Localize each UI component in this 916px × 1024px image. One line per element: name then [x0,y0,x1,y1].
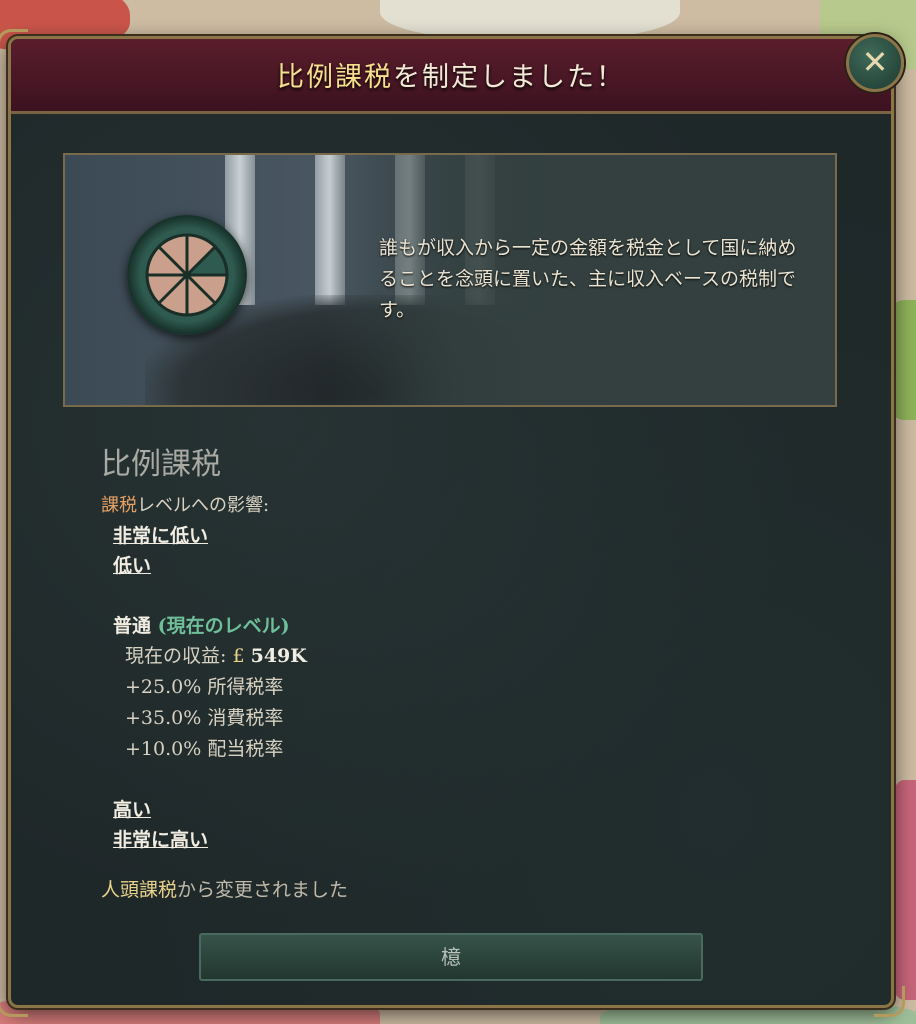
modifier-value: +35.0% [125,707,202,729]
current-revenue: 現在の収益: £ 549K [101,641,801,672]
effect-label-rest: レベルへの影響: [137,495,270,516]
modifier-value: +25.0% [125,676,202,698]
level-high[interactable]: 高い [101,795,801,825]
modifier-label: 配当税率 [207,738,284,760]
current-revenue-label: 現在の収益: [125,645,227,667]
level-normal: 普通 (現在のレベル) [101,611,801,641]
close-button[interactable]: ✕ [846,34,904,92]
current-revenue-value: 549K [250,645,307,667]
title-suffix: を制定しました！ [393,62,625,93]
law-enacted-dialog: 比例課税を制定しました！ 誰もが収入から一定の金額を税金として国に納めることを念… [0,29,905,1017]
level-low[interactable]: 低い [101,551,801,581]
dialog-title: 比例課税を制定しました！ [11,55,891,94]
current-level-tag: (現在のレベル) [157,615,290,637]
previous-law-name: 人頭課税 [101,879,178,901]
illustration-panel: 誰もが収入から一定の金額を税金として国に納めることを念頭に置いた、主に収入ベース… [63,153,837,407]
effect-label-tax: 課税 [101,495,137,516]
effect-label: 課税レベルへの影響: [101,491,801,521]
modifier-label: 消費税率 [207,707,284,729]
law-heading: 比例課税 [101,447,221,482]
pound-icon: £ [232,645,245,667]
level-very-low[interactable]: 非常に低い [101,521,801,551]
modifier-value: +10.0% [125,738,202,760]
law-description: 誰もが収入から一定の金額を税金として国に納めることを念頭に置いた、主に収入ベース… [379,237,797,321]
changed-from-note: 人頭課税から変更されました [101,875,801,902]
close-icon: ✕ [861,43,889,81]
title-bar: 比例課税を制定しました！ [11,39,891,114]
title-law-name: 比例課税 [277,62,393,93]
modifier-income-tax: +25.0% 所得税率 [101,672,801,703]
modifier-consumption-tax: +35.0% 消費税率 [101,703,801,734]
modifier-dividend-tax: +10.0% 配当税率 [101,734,801,765]
proportional-tax-icon [127,215,247,335]
changed-from-text: から変更されました [177,879,349,901]
law-details: 比例課税 課税レベルへの影響: 非常に低い 低い 普通 (現在のレベル) 現在の… [101,439,801,902]
ok-button[interactable]: 檍 [199,933,703,981]
level-normal-label: 普通 [113,615,152,637]
level-very-high[interactable]: 非常に高い [101,825,801,855]
modifier-label: 所得税率 [207,676,284,698]
